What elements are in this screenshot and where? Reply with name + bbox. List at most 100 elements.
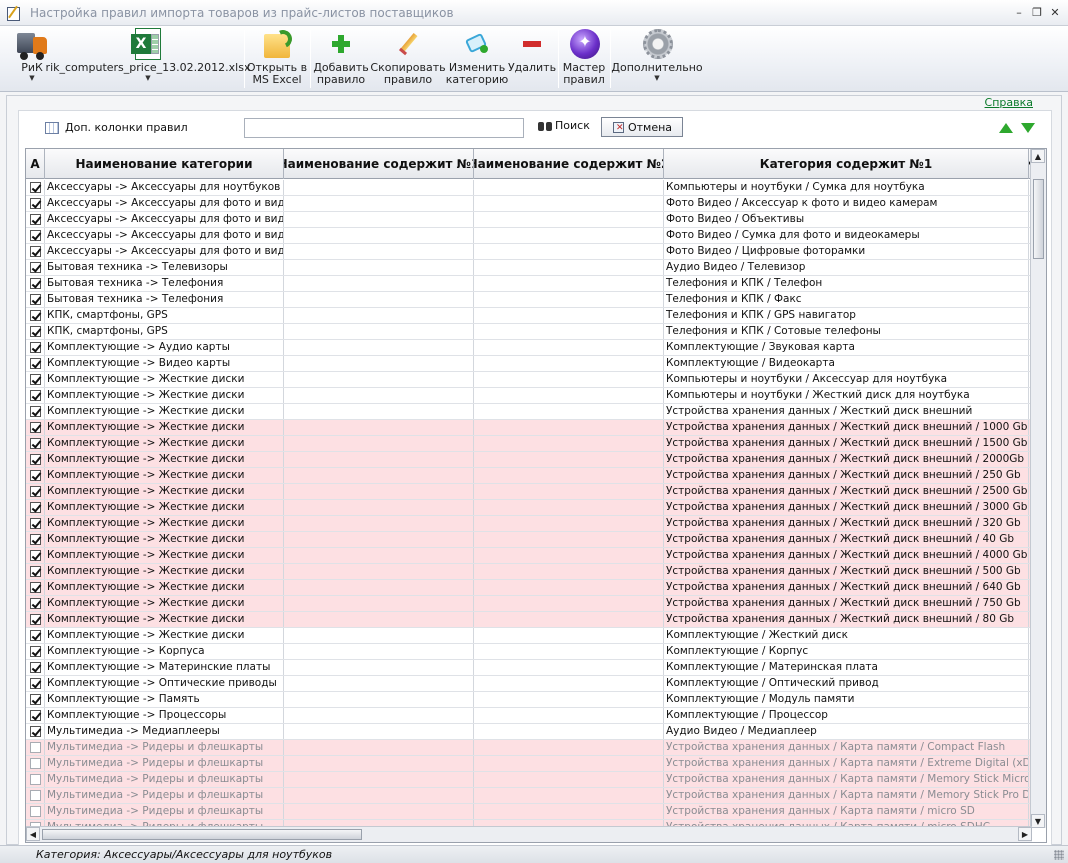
close-button[interactable]: ✕ bbox=[1048, 6, 1062, 20]
name-contains-1-cell[interactable] bbox=[284, 356, 474, 371]
row-active-checkbox[interactable] bbox=[29, 646, 41, 657]
category-name-cell[interactable]: Комплектующие -> Жесткие диски bbox=[45, 628, 284, 643]
category-contains-1-cell[interactable]: Комплектующие / Видеокарта bbox=[664, 356, 1029, 371]
name-contains-2-cell[interactable] bbox=[474, 708, 664, 723]
row-active-checkbox[interactable] bbox=[29, 198, 41, 209]
category-contains-1-cell[interactable]: Устройства хранения данных / Жесткий дис… bbox=[664, 596, 1029, 611]
category-contains-1-cell[interactable]: Комплектующие / Звуковая карта bbox=[664, 340, 1029, 355]
category-name-cell[interactable]: Мультимедиа -> Ридеры и флешкарты bbox=[45, 756, 284, 771]
header-category-contains-1[interactable]: Категория содержит №1 bbox=[664, 149, 1029, 179]
category-contains-1-cell[interactable]: Телефония и КПК / Телефон bbox=[664, 276, 1029, 291]
category-name-cell[interactable]: Комплектующие -> Жесткие диски bbox=[45, 548, 284, 563]
name-contains-2-cell[interactable] bbox=[474, 548, 664, 563]
category-contains-1-cell[interactable]: Устройства хранения данных / Жесткий дис… bbox=[664, 532, 1029, 547]
name-contains-1-cell[interactable] bbox=[284, 196, 474, 211]
category-name-cell[interactable]: Комплектующие -> Жесткие диски bbox=[45, 596, 284, 611]
table-row[interactable]: Комплектующие -> Жесткие диски Устройства… bbox=[26, 612, 1032, 628]
category-contains-1-cell[interactable]: Устройства хранения данных / Жесткий дис… bbox=[664, 468, 1029, 483]
category-name-cell[interactable]: Аксессуары -> Аксессуары для ноутбуков bbox=[45, 180, 284, 195]
table-row[interactable]: Аксессуары -> Аксессуары для фото и виде… bbox=[26, 212, 1032, 228]
table-row[interactable]: Бытовая техника -> Телефония Телефония и … bbox=[26, 292, 1032, 308]
table-row[interactable]: КПК, смартфоны, GPS Телефония и КПК / GPS… bbox=[26, 308, 1032, 324]
category-contains-1-cell[interactable]: Устройства хранения данных / Карта памят… bbox=[664, 740, 1029, 755]
category-contains-1-cell[interactable]: Комплектующие / Корпус bbox=[664, 644, 1029, 659]
name-contains-1-cell[interactable] bbox=[284, 804, 474, 819]
row-active-checkbox[interactable] bbox=[29, 774, 41, 785]
category-name-cell[interactable]: Комплектующие -> Жесткие диски bbox=[45, 484, 284, 499]
name-contains-2-cell[interactable] bbox=[474, 660, 664, 675]
name-contains-2-cell[interactable] bbox=[474, 404, 664, 419]
name-contains-1-cell[interactable] bbox=[284, 532, 474, 547]
row-active-checkbox[interactable] bbox=[29, 422, 41, 433]
row-active-checkbox[interactable] bbox=[29, 550, 41, 561]
row-active-checkbox[interactable] bbox=[29, 486, 41, 497]
name-contains-1-cell[interactable] bbox=[284, 724, 474, 739]
name-contains-1-cell[interactable] bbox=[284, 772, 474, 787]
name-contains-1-cell[interactable] bbox=[284, 468, 474, 483]
name-contains-1-cell[interactable] bbox=[284, 340, 474, 355]
table-row[interactable]: Комплектующие -> Аудио карты Комплектующи… bbox=[26, 340, 1032, 356]
name-contains-2-cell[interactable] bbox=[474, 500, 664, 515]
category-name-cell[interactable]: Комплектующие -> Память bbox=[45, 692, 284, 707]
name-contains-2-cell[interactable] bbox=[474, 628, 664, 643]
name-contains-1-cell[interactable] bbox=[284, 644, 474, 659]
category-contains-1-cell[interactable]: Устройства хранения данных / Жесткий дис… bbox=[664, 452, 1029, 467]
row-active-checkbox[interactable] bbox=[29, 710, 41, 721]
row-active-checkbox[interactable] bbox=[29, 614, 41, 625]
name-contains-1-cell[interactable] bbox=[284, 452, 474, 467]
name-contains-2-cell[interactable] bbox=[474, 372, 664, 387]
vertical-scroll-thumb[interactable] bbox=[1033, 179, 1044, 259]
table-row[interactable]: Комплектующие -> Жесткие диски Устройства… bbox=[26, 564, 1032, 580]
row-active-checkbox[interactable] bbox=[29, 294, 41, 305]
table-row[interactable]: Комплектующие -> Память Комплектующие / М… bbox=[26, 692, 1032, 708]
name-contains-2-cell[interactable] bbox=[474, 468, 664, 483]
row-active-checkbox[interactable] bbox=[29, 502, 41, 513]
name-contains-1-cell[interactable] bbox=[284, 308, 474, 323]
category-contains-1-cell[interactable]: Комплектующие / Материнская плата bbox=[664, 660, 1029, 675]
row-active-checkbox[interactable] bbox=[29, 278, 41, 289]
name-contains-1-cell[interactable] bbox=[284, 276, 474, 291]
row-active-checkbox[interactable] bbox=[29, 246, 41, 257]
category-contains-1-cell[interactable]: Устройства хранения данных / Карта памят… bbox=[664, 804, 1029, 819]
name-contains-2-cell[interactable] bbox=[474, 580, 664, 595]
name-contains-1-cell[interactable] bbox=[284, 484, 474, 499]
category-name-cell[interactable]: Комплектующие -> Жесткие диски bbox=[45, 612, 284, 627]
table-row[interactable]: Мультимедиа -> Медиаплееры Аудио Видео / … bbox=[26, 724, 1032, 740]
category-contains-1-cell[interactable]: Компьютеры и ноутбуки / Жесткий диск для… bbox=[664, 388, 1029, 403]
row-active-checkbox[interactable] bbox=[29, 390, 41, 401]
category-name-cell[interactable]: Комплектующие -> Жесткие диски bbox=[45, 404, 284, 419]
category-contains-1-cell[interactable]: Телефония и КПК / Факс bbox=[664, 292, 1029, 307]
table-row[interactable]: Комплектующие -> Корпуса Комплектующие / … bbox=[26, 644, 1032, 660]
name-contains-2-cell[interactable] bbox=[474, 292, 664, 307]
resize-grip-icon[interactable] bbox=[1054, 850, 1064, 860]
category-contains-1-cell[interactable]: Аудио Видео / Телевизор bbox=[664, 260, 1029, 275]
category-name-cell[interactable]: Комплектующие -> Оптические приводы bbox=[45, 676, 284, 691]
row-active-checkbox[interactable] bbox=[29, 694, 41, 705]
category-contains-1-cell[interactable]: Устройства хранения данных / Жесткий дис… bbox=[664, 404, 1029, 419]
rules-wizard-button[interactable]: ✦ Мастер правил bbox=[561, 28, 607, 90]
delete-rule-button[interactable]: Удалить bbox=[508, 28, 556, 90]
name-contains-1-cell[interactable] bbox=[284, 740, 474, 755]
table-row[interactable]: Комплектующие -> Жесткие диски Комплектую… bbox=[26, 628, 1032, 644]
name-contains-1-cell[interactable] bbox=[284, 676, 474, 691]
category-name-cell[interactable]: Аксессуары -> Аксессуары для фото и виде… bbox=[45, 196, 284, 211]
name-contains-1-cell[interactable] bbox=[284, 388, 474, 403]
scroll-up-icon[interactable]: ▲ bbox=[1031, 149, 1045, 163]
row-active-checkbox[interactable] bbox=[29, 518, 41, 529]
table-row[interactable]: Комплектующие -> Материнские платы Компле… bbox=[26, 660, 1032, 676]
table-row[interactable]: Комплектующие -> Жесткие диски Устройства… bbox=[26, 420, 1032, 436]
category-contains-1-cell[interactable]: Устройства хранения данных / Карта памят… bbox=[664, 772, 1029, 787]
name-contains-2-cell[interactable] bbox=[474, 484, 664, 499]
table-row[interactable]: Комплектующие -> Жесткие диски Устройства… bbox=[26, 468, 1032, 484]
row-active-checkbox[interactable] bbox=[29, 742, 41, 753]
table-row[interactable]: Аксессуары -> Аксессуары для фото и виде… bbox=[26, 244, 1032, 260]
table-row[interactable]: Аксессуары -> Аксессуары для фото и виде… bbox=[26, 228, 1032, 244]
row-active-checkbox[interactable] bbox=[29, 182, 41, 193]
category-contains-1-cell[interactable]: Фото Видео / Сумка для фото и видеокамер… bbox=[664, 228, 1029, 243]
name-contains-1-cell[interactable] bbox=[284, 660, 474, 675]
row-active-checkbox[interactable] bbox=[29, 582, 41, 593]
category-name-cell[interactable]: Комплектующие -> Жесткие диски bbox=[45, 436, 284, 451]
category-contains-1-cell[interactable]: Устройства хранения данных / Жесткий дис… bbox=[664, 500, 1029, 515]
name-contains-2-cell[interactable] bbox=[474, 740, 664, 755]
category-contains-1-cell[interactable]: Устройства хранения данных / Жесткий дис… bbox=[664, 548, 1029, 563]
